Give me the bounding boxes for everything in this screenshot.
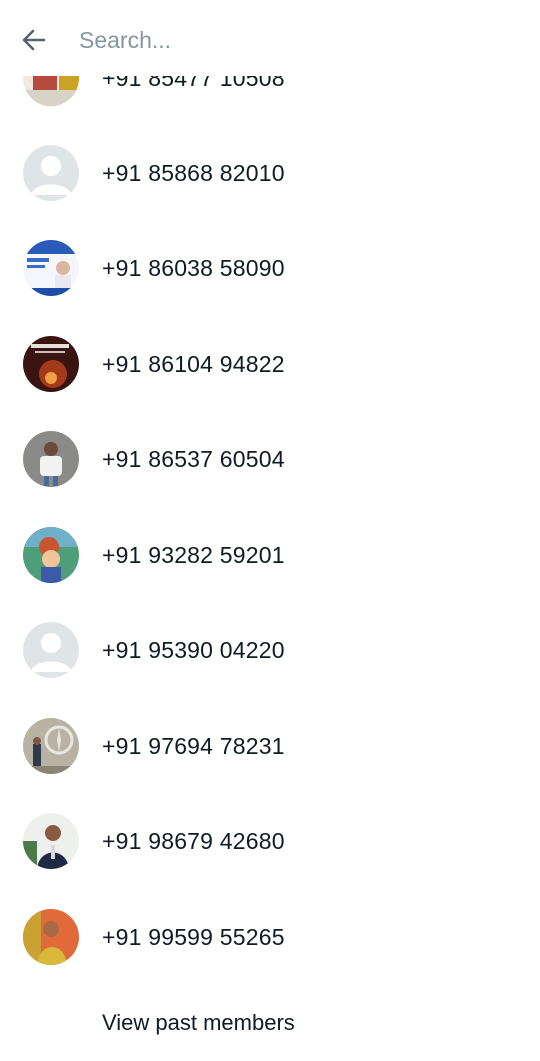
member-phone: +91 98679 42680 bbox=[102, 828, 285, 854]
search-input[interactable] bbox=[79, 22, 499, 58]
member-phone: +91 93282 59201 bbox=[102, 542, 285, 568]
member-phone: +91 86038 58090 bbox=[102, 255, 285, 281]
list-item[interactable]: +91 86104 94822 bbox=[0, 317, 540, 412]
member-phone: +91 86537 60504 bbox=[102, 446, 285, 472]
list-item[interactable]: +91 93282 59201 bbox=[0, 508, 540, 603]
member-list: +91 85477 10508 +91 85868 82010 +91 8603… bbox=[0, 0, 540, 1061]
member-phone: +91 99599 55265 bbox=[102, 924, 285, 950]
member-phone: +91 95390 04220 bbox=[102, 637, 285, 663]
avatar bbox=[23, 909, 79, 965]
list-item[interactable]: +91 99599 55265 bbox=[0, 890, 540, 985]
avatar bbox=[23, 527, 79, 583]
list-item[interactable]: +91 86038 58090 bbox=[0, 221, 540, 316]
back-arrow-icon[interactable] bbox=[18, 24, 50, 56]
member-phone: +91 86104 94822 bbox=[102, 351, 285, 377]
avatar bbox=[23, 718, 79, 774]
default-person-icon bbox=[23, 622, 79, 678]
search-header bbox=[0, 0, 540, 76]
view-past-members-link[interactable]: View past members bbox=[102, 1008, 295, 1038]
list-item[interactable]: +91 95390 04220 bbox=[0, 603, 540, 698]
list-item[interactable]: +91 98679 42680 bbox=[0, 794, 540, 889]
list-item[interactable]: +91 97694 78231 bbox=[0, 699, 540, 794]
avatar bbox=[23, 431, 79, 487]
member-phone: +91 97694 78231 bbox=[102, 733, 285, 759]
avatar bbox=[23, 240, 79, 296]
avatar bbox=[23, 813, 79, 869]
avatar bbox=[23, 336, 79, 392]
list-item[interactable]: +91 86537 60504 bbox=[0, 412, 540, 507]
default-person-icon bbox=[23, 145, 79, 201]
member-phone: +91 85868 82010 bbox=[102, 160, 285, 186]
list-item[interactable]: +91 85868 82010 bbox=[0, 126, 540, 221]
